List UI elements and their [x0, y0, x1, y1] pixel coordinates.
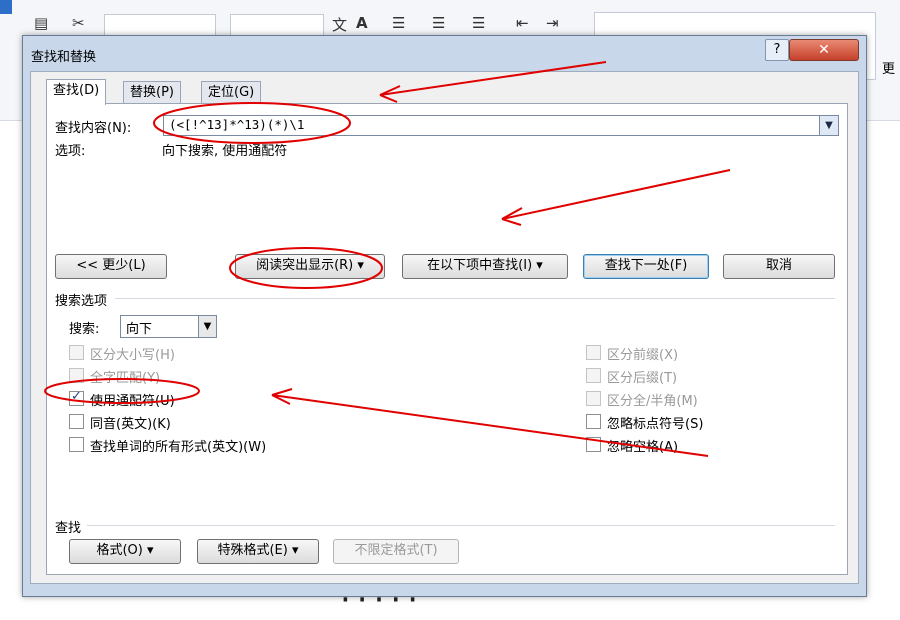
numbering-icon[interactable]: ☰	[432, 14, 445, 32]
sounds-like-checkbox[interactable]	[69, 414, 84, 429]
dialog-title: 查找和替换	[31, 50, 97, 65]
find-section-heading: 查找	[55, 521, 82, 536]
help-button[interactable]: ?	[765, 39, 789, 61]
search-options-divider	[115, 298, 835, 299]
find-replace-dialog: 查找和替换 ? ✕ 查找(D) 替换(P) 定位(G) 查找内容(N): (<[…	[22, 35, 867, 597]
tab-goto[interactable]: 定位(G)	[201, 81, 262, 104]
ignore-punctuation-label: 忽略标点符号(S)	[607, 417, 704, 432]
search-direction-value: 向下	[126, 322, 153, 337]
all-word-forms-checkbox[interactable]	[69, 437, 84, 452]
increase-indent-icon[interactable]: ⇥	[546, 14, 559, 32]
dialog-body: 查找(D) 替换(P) 定位(G) 查找内容(N): (<[!^13]*^13)…	[30, 71, 859, 584]
match-case-checkbox[interactable]	[69, 345, 84, 360]
match-width-checkbox[interactable]	[586, 391, 601, 406]
app-menu-button[interactable]	[0, 0, 12, 14]
find-history-dropdown-icon[interactable]: ▼	[819, 116, 838, 135]
cancel-button[interactable]: 取消	[723, 254, 835, 279]
sounds-like-label: 同音(英文)(K)	[90, 417, 171, 432]
reading-highlight-button[interactable]: 阅读突出显示(R) ▾	[235, 254, 385, 279]
find-in-button[interactable]: 在以下项中查找(I) ▾	[402, 254, 568, 279]
ignore-whitespace-checkbox[interactable]	[586, 437, 601, 452]
tab-replace[interactable]: 替换(P)	[123, 81, 181, 104]
character-border-icon[interactable]: A	[356, 14, 368, 32]
search-direction-label: 搜索:	[69, 322, 100, 337]
find-panel: 查找内容(N): (<[!^13]*^13)(*)\1 ▼ 选项: 向下搜索, …	[46, 103, 848, 575]
checkmark-icon: ✓	[71, 389, 82, 404]
find-section-divider	[87, 525, 835, 526]
match-suffix-checkbox[interactable]	[586, 368, 601, 383]
options-label: 选项:	[55, 144, 86, 159]
no-formatting-button[interactable]: 不限定格式(T)	[333, 539, 459, 564]
match-width-label: 区分全/半角(M)	[607, 394, 698, 409]
tab-find[interactable]: 查找(D)	[46, 79, 107, 105]
use-wildcards-label: 使用通配符(U)	[90, 394, 175, 409]
match-suffix-label: 区分后缀(T)	[607, 371, 678, 386]
whole-word-checkbox[interactable]	[69, 368, 84, 383]
less-button[interactable]: << 更少(L)	[55, 254, 167, 279]
search-options-heading: 搜索选项	[55, 294, 108, 309]
paste-icon[interactable]: ▤	[34, 14, 48, 32]
use-wildcards-checkbox[interactable]: ✓	[69, 389, 84, 406]
cut-icon[interactable]: ✂	[72, 14, 85, 32]
special-button[interactable]: 特殊格式(E) ▾	[197, 539, 319, 564]
match-prefix-checkbox[interactable]	[586, 345, 601, 360]
font-name-box[interactable]	[104, 14, 216, 36]
font-size-box[interactable]	[230, 14, 324, 36]
find-what-label: 查找内容(N):	[55, 121, 132, 136]
ignore-punctuation-checkbox[interactable]	[586, 414, 601, 429]
close-button[interactable]: ✕	[789, 39, 859, 61]
search-direction-dropdown-icon[interactable]: ▼	[198, 316, 216, 337]
find-what-input[interactable]: (<[!^13]*^13)(*)\1 ▼	[163, 115, 839, 136]
ignore-whitespace-label: 忽略空格(A)	[607, 440, 679, 455]
match-case-label: 区分大小写(H)	[90, 348, 175, 363]
match-prefix-label: 区分前缀(X)	[607, 348, 679, 363]
find-next-button[interactable]: 查找下一处(F)	[583, 254, 709, 279]
search-direction-select[interactable]: 向下 ▼	[120, 315, 217, 338]
format-button[interactable]: 格式(O) ▾	[69, 539, 181, 564]
whole-word-label: 全字匹配(Y)	[90, 371, 161, 386]
decrease-indent-icon[interactable]: ⇤	[516, 14, 529, 32]
bullets-icon[interactable]: ☰	[392, 14, 405, 32]
change-styles-label[interactable]: 更	[882, 58, 895, 77]
find-what-value: (<[!^13]*^13)(*)\1	[169, 117, 305, 132]
phonetic-guide-icon[interactable]: 文	[332, 14, 347, 35]
options-value: 向下搜索, 使用通配符	[162, 144, 288, 159]
multilevel-list-icon[interactable]: ☰	[472, 14, 485, 32]
all-word-forms-label: 查找单词的所有形式(英文)(W)	[90, 440, 267, 455]
